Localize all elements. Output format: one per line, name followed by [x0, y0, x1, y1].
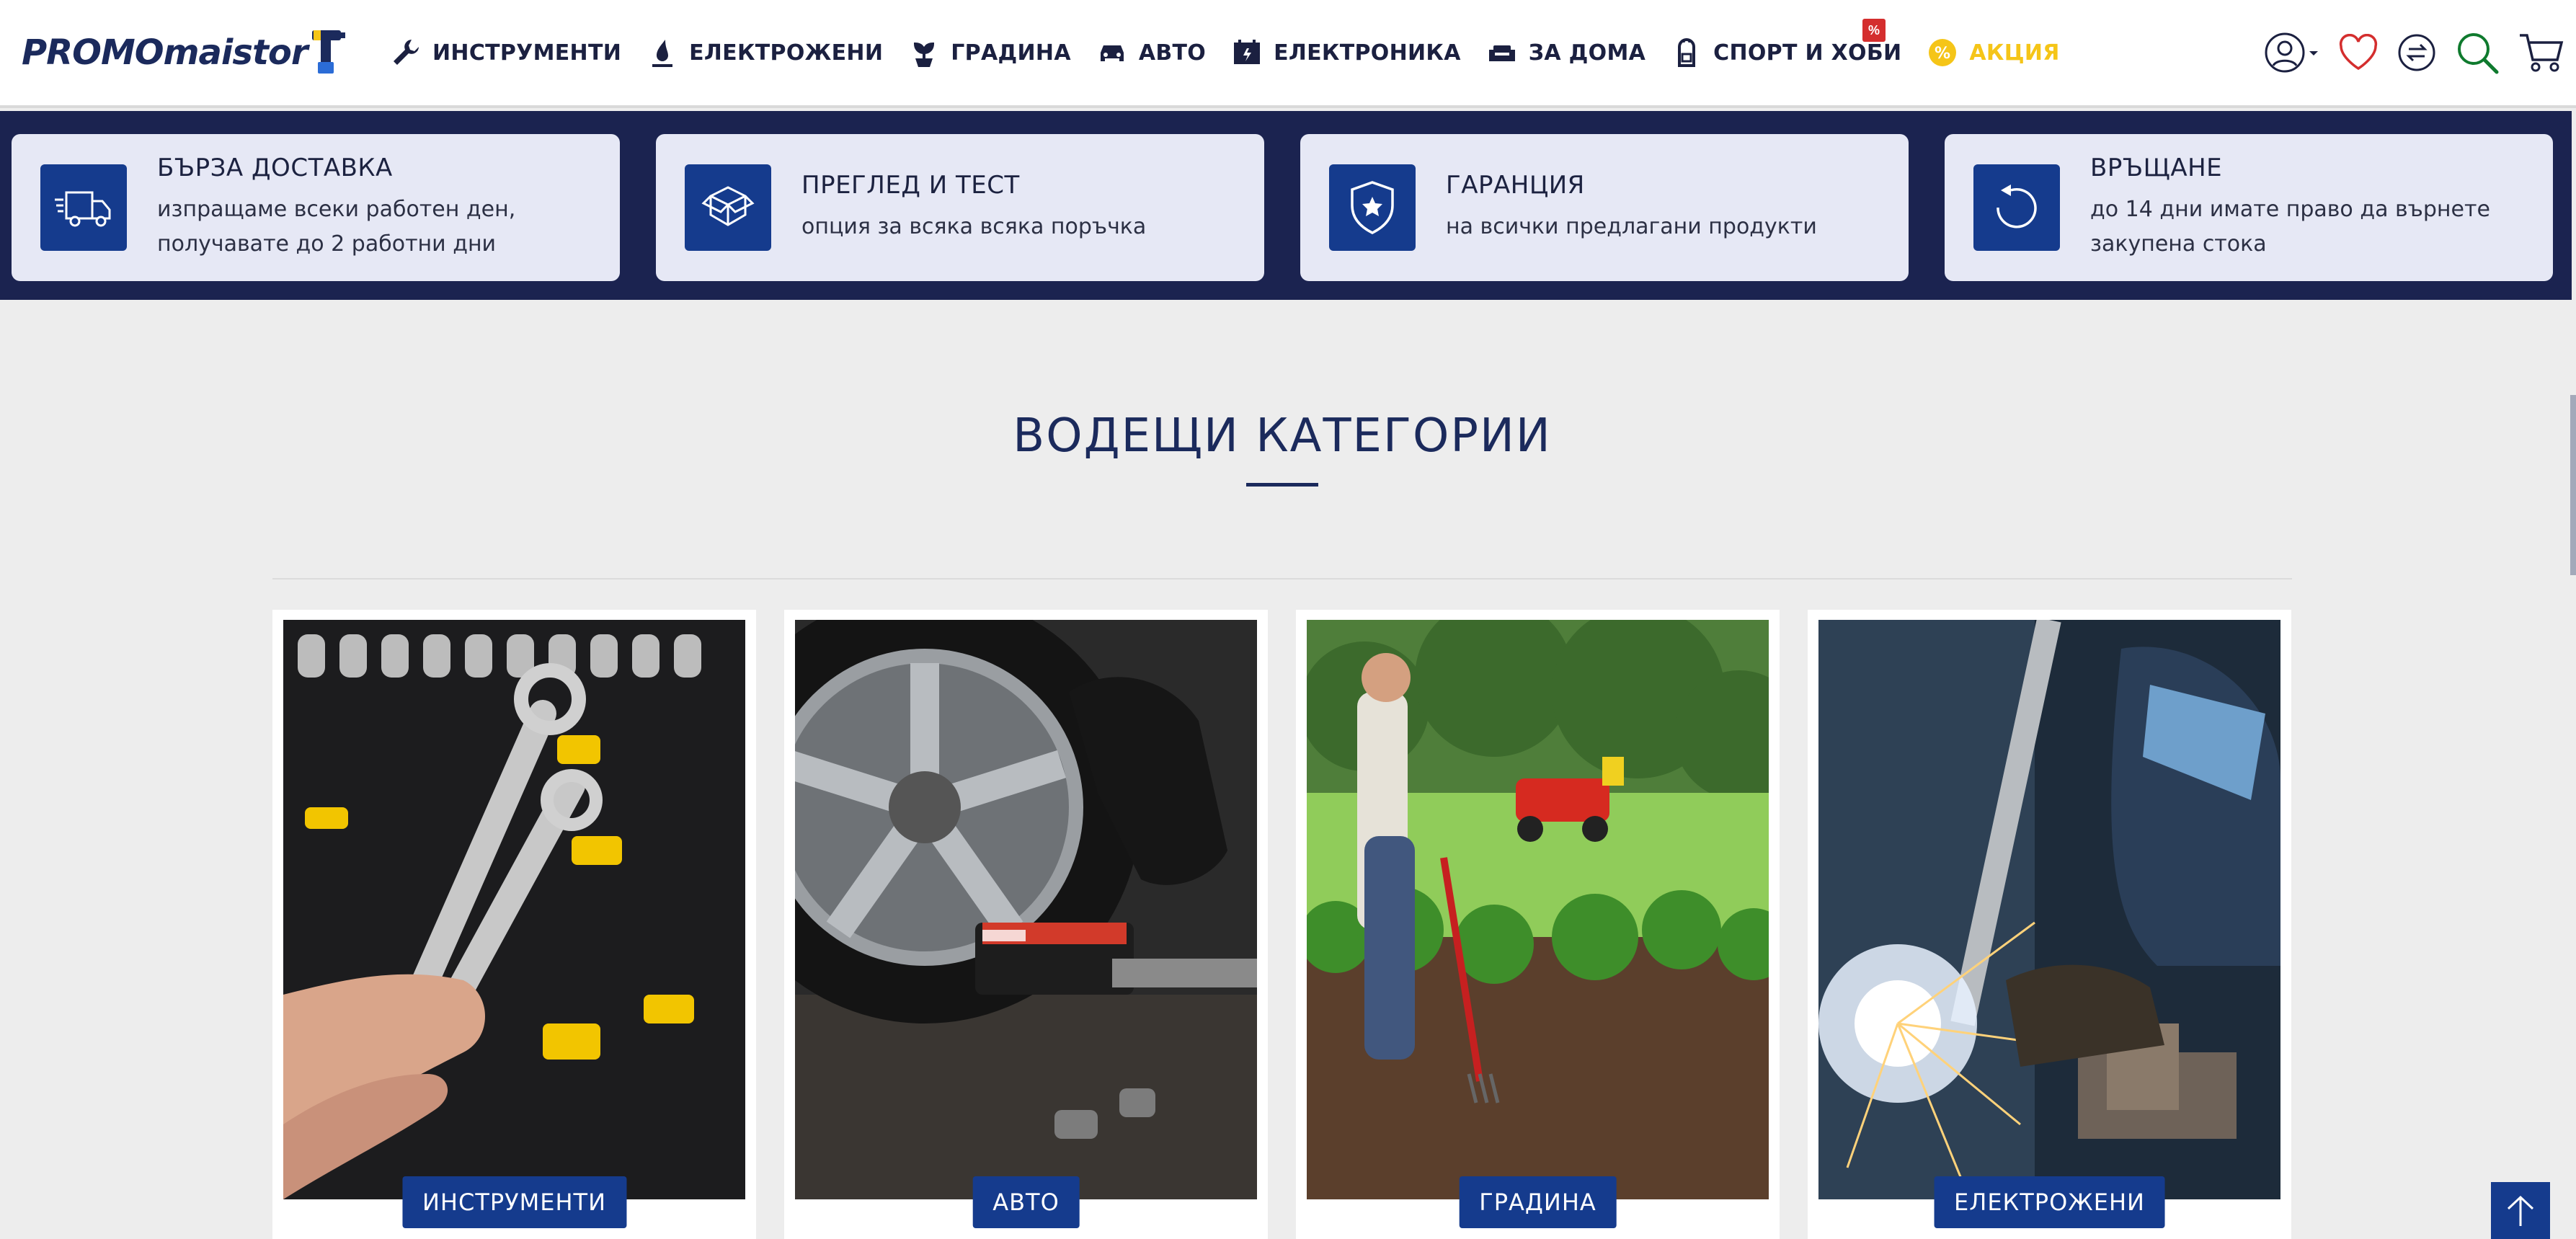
cart-button[interactable] [2518, 31, 2564, 74]
category-button-tools[interactable]: ИНСТРУМЕНТИ [401, 1176, 627, 1228]
nav-label: СПОРТ И ХОБИ [1713, 40, 1902, 66]
nav-item-garden[interactable]: ГРАДИНА [907, 36, 1071, 69]
main-nav: ИНСТРУМЕНТИ ЕЛЕКТРОЖЕНИ ГРАДИНА АВТО ЕЛЕ… [389, 27, 2084, 78]
scrollbar-indicator[interactable] [2570, 395, 2576, 575]
benefit-desc-line1: до 14 дни имате право да върнете [2090, 197, 2490, 222]
benefit-title: ПРЕГЛЕД И ТЕСТ [801, 171, 1020, 200]
backpack-icon [1670, 36, 1703, 69]
welding-torch-icon [646, 36, 679, 69]
benefit-text: ГАРАНЦИЯ на всички предлагани продукти [1446, 171, 1891, 244]
benefit-text: ПРЕГЛЕД И ТЕСТ опция за всяка всяка поръ… [801, 171, 1247, 244]
benefit-desc-line1: на всички предлагани продукти [1446, 214, 1817, 239]
nav-label: АКЦИЯ [1969, 40, 2060, 66]
nav-label: ЗА ДОМА [1528, 40, 1646, 66]
logo-text: PROMOmaistor [22, 32, 308, 73]
sofa-icon [1485, 36, 1519, 69]
nav-label: ЕЛЕКТРОНИКА [1274, 40, 1461, 66]
nav-item-electronics[interactable]: ЕЛЕКТРОНИКА [1230, 36, 1461, 69]
account-button[interactable] [2263, 31, 2319, 74]
svg-text:%: % [1935, 45, 1950, 63]
shield-star-icon [1329, 164, 1416, 251]
title-underline [1246, 483, 1318, 487]
nav-item-tools[interactable]: ИНСТРУМЕНТИ [389, 36, 621, 69]
category-image-welders[interactable] [1818, 620, 2280, 1199]
category-card-auto[interactable]: АВТО [784, 610, 1268, 1239]
benefit-warranty: ГАРАНЦИЯ на всички предлагани продукти [1300, 134, 1909, 281]
compare-button[interactable] [2397, 33, 2436, 72]
nav-label: ГРАДИНА [951, 40, 1071, 66]
category-card-welders[interactable]: ЕЛЕКТРОЖЕНИ [1808, 610, 2291, 1239]
nav-item-promo[interactable]: % АКЦИЯ [1926, 36, 2059, 69]
category-image-tools[interactable] [283, 620, 745, 1199]
benefit-text: БЪРЗА ДОСТАВКА изпращаме всеки работен д… [157, 154, 603, 262]
benefit-title: ГАРАНЦИЯ [1446, 171, 1585, 200]
category-image-garden[interactable] [1307, 620, 1769, 1199]
header-tools [2263, 27, 2576, 78]
site-logo[interactable]: PROMOmaistor [22, 27, 347, 78]
delivery-truck-icon [40, 164, 127, 251]
nav-item-home[interactable]: ЗА ДОМА [1485, 36, 1645, 69]
benefit-delivery: БЪРЗА ДОСТАВКА изпращаме всеки работен д… [12, 134, 620, 281]
category-image-auto[interactable] [795, 620, 1257, 1199]
wishlist-button[interactable] [2338, 34, 2379, 71]
return-arrow-icon [1973, 164, 2060, 251]
car-icon [1096, 36, 1129, 69]
nav-label: ЕЛЕКТРОЖЕНИ [689, 40, 884, 66]
benefits-bar: БЪРЗА ДОСТАВКА изпращаме всеки работен д… [0, 111, 2572, 300]
nav-item-welders[interactable]: ЕЛЕКТРОЖЕНИ [646, 36, 883, 69]
cart-icon [2520, 34, 2564, 72]
category-card-tools[interactable]: ИНСТРУМЕНТИ [272, 610, 756, 1239]
benefit-desc-line2: закупена стока [2090, 231, 2267, 257]
heart-icon [2339, 34, 2378, 71]
arrow-up-icon [2507, 1195, 2534, 1226]
search-button[interactable] [2455, 30, 2500, 75]
category-button-auto[interactable]: АВТО [972, 1176, 1080, 1228]
plant-icon [907, 36, 941, 69]
wrench-icon [389, 36, 422, 69]
benefit-title: БЪРЗА ДОСТАВКА [157, 154, 393, 182]
benefit-return: ВРЪЩАНЕ до 14 дни имате право да върнете… [1945, 134, 2553, 281]
category-button-garden[interactable]: ГРАДИНА [1459, 1176, 1617, 1228]
discount-icon: % [1926, 36, 1959, 69]
promo-badge: % [1862, 19, 1886, 42]
benefit-title: ВРЪЩАНЕ [2090, 154, 2223, 182]
nav-label: АВТО [1138, 40, 1207, 66]
category-button-welders[interactable]: ЕЛЕКТРОЖЕНИ [1934, 1176, 2165, 1228]
nav-item-auto[interactable]: АВТО [1096, 36, 1206, 69]
user-icon [2265, 32, 2318, 73]
compare-icon [2398, 34, 2435, 71]
benefit-text: ВРЪЩАНЕ до 14 дни имате право да върнете… [2090, 154, 2536, 262]
scroll-to-top-button[interactable] [2491, 1182, 2550, 1239]
site-header: PROMOmaistor ИНСТРУМЕНТИ ЕЛЕКТРОЖЕНИ ГРА… [0, 0, 2576, 108]
electronics-icon [1230, 36, 1263, 69]
open-box-icon [685, 164, 771, 251]
benefit-desc-line1: изпращаме всеки работен ден, [157, 197, 516, 222]
benefit-inspect: ПРЕГЛЕД И ТЕСТ опция за всяка всяка поръ… [656, 134, 1264, 281]
category-card-garden[interactable]: ГРАДИНА [1296, 610, 1780, 1239]
section-title: ВОДЕЩИ КАТЕГОРИИ [1013, 409, 1552, 463]
section-divider [272, 578, 2292, 579]
search-icon [2458, 33, 2499, 74]
drill-logo-icon [311, 30, 345, 74]
benefit-desc-line2: получавате до 2 работни дни [157, 231, 497, 257]
nav-label: ИНСТРУМЕНТИ [432, 40, 622, 66]
benefit-desc-line1: опция за всяка всяка поръчка [801, 214, 1147, 239]
